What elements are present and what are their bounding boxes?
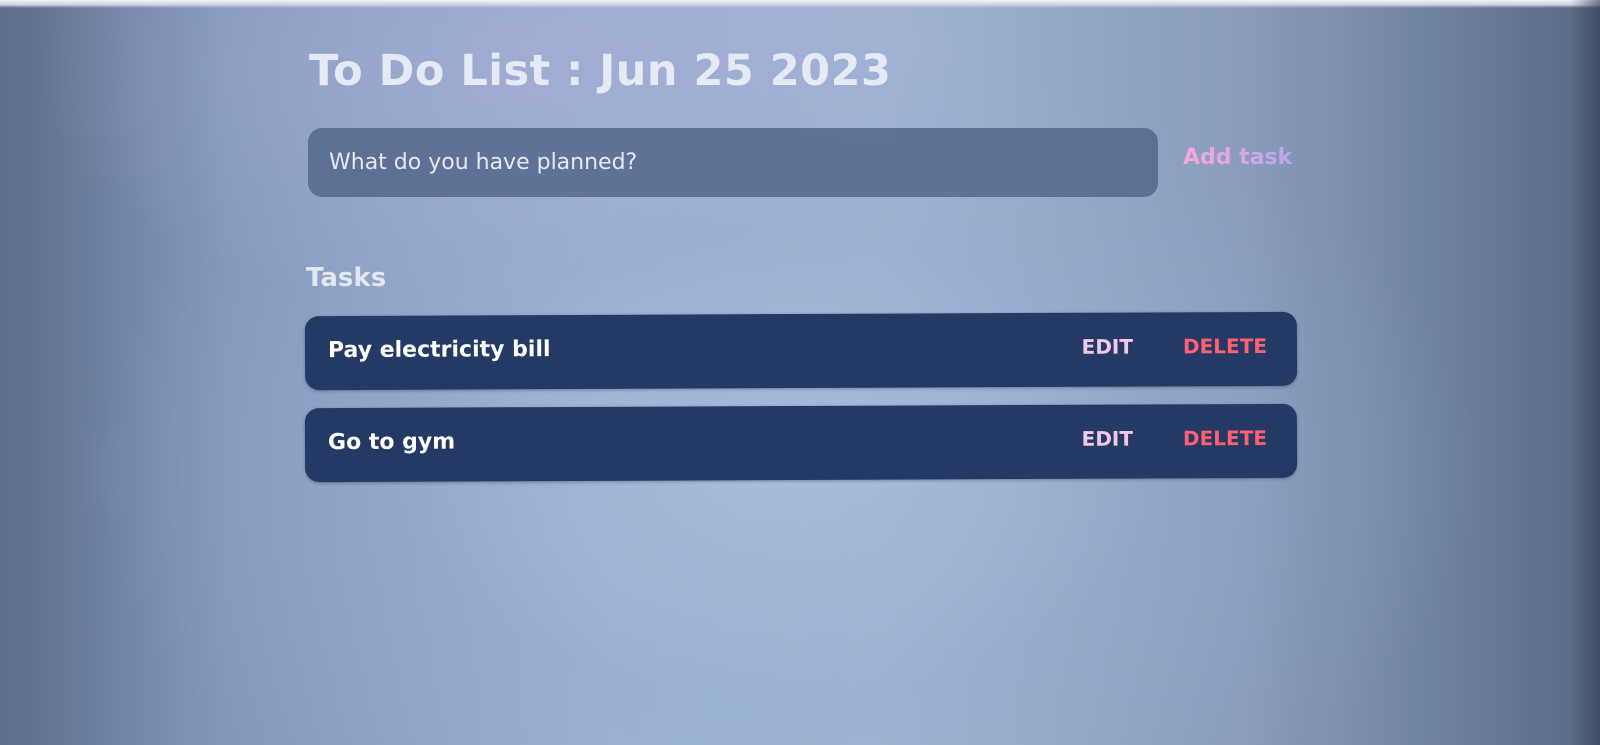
edit-button[interactable]: EDIT xyxy=(1082,427,1133,451)
task-label: Pay electricity bill xyxy=(327,337,551,364)
delete-button[interactable]: DELETE xyxy=(1183,334,1267,358)
delete-button[interactable]: DELETE xyxy=(1183,426,1267,450)
task-label: Go to gym xyxy=(327,429,456,456)
window-top-edge xyxy=(0,0,1600,8)
tasks-heading: Tasks xyxy=(306,263,387,293)
edit-button[interactable]: EDIT xyxy=(1082,335,1133,359)
task-item: Pay electricity bill EDIT DELETE xyxy=(304,311,1298,391)
screen-right-edge xyxy=(1570,0,1600,745)
todo-app-screen: To Do List : Jun 25 2023 Add task Tasks … xyxy=(0,0,1600,745)
page-title: To Do List : Jun 25 2023 xyxy=(309,46,892,96)
task-item: Go to gym EDIT DELETE xyxy=(304,403,1298,483)
new-task-input[interactable] xyxy=(308,128,1158,197)
add-task-button[interactable]: Add task xyxy=(1183,145,1292,170)
